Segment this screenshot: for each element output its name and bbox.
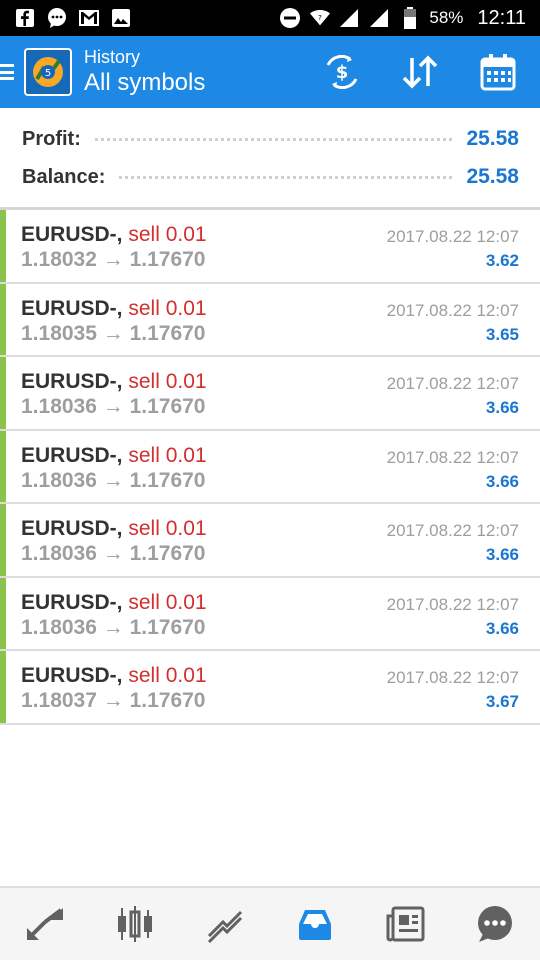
deal-time: 2017.08.22 12:07 [386, 521, 519, 540]
deal-row[interactable]: EURUSD-, sell 0.01 1.18035 → 1.17670 201… [0, 283, 540, 357]
deals-list: EURUSD-, sell 0.01 1.18032 → 1.17670 201… [0, 210, 540, 725]
header-title[interactable]: All symbols [84, 68, 205, 98]
deal-row[interactable]: EURUSD-, sell 0.01 1.18037 → 1.17670 201… [0, 651, 540, 725]
deal-row[interactable]: EURUSD-, sell 0.01 1.18036 → 1.17670 201… [0, 357, 540, 431]
deal-time: 2017.08.22 12:07 [386, 594, 519, 614]
profit-row: Profit: 25.58 [22, 124, 519, 154]
deal-prices: 1.18032 → 1.17670 [21, 248, 206, 271]
deal-prices: 1.18037 → 1.17670 [21, 689, 206, 712]
facebook-icon [14, 7, 36, 29]
chat-icon[interactable] [465, 894, 525, 954]
deal-time: 2017.08.22 12:07 [386, 447, 519, 467]
deal-symbol: EURUSD-, [21, 443, 123, 467]
deal-side: sell 0.01 [128, 223, 207, 246]
deal-prices: 1.18036 → 1.17670 [21, 542, 206, 565]
deal-profit: 3.65 [485, 324, 519, 344]
summary-panel: Profit: 25.58 Balance: 25.58 [0, 108, 540, 210]
deal-symbol: EURUSD-, [21, 370, 123, 393]
deal-symbol: EURUSD-, [21, 664, 123, 687]
deal-indicator [0, 210, 6, 282]
deal-profit: 3.66 [485, 618, 519, 638]
deal-prices: 1.18036 → 1.17670 [21, 395, 206, 418]
balance-dots [119, 175, 453, 179]
battery-icon [399, 7, 421, 29]
deal-row[interactable]: EURUSD-, sell 0.01 1.18036 → 1.17670 201… [0, 430, 540, 504]
bottom-navigation [0, 886, 540, 960]
deal-profit: 3.62 [485, 251, 519, 270]
deal-indicator [0, 577, 6, 649]
deal-row[interactable]: EURUSD-, sell 0.01 1.18032 → 1.17670 201… [0, 210, 540, 284]
status-bar: ? 58% 12:11 [0, 0, 540, 36]
deal-indicator [0, 357, 6, 429]
clock: 12:11 [477, 6, 526, 29]
balance-value: 25.58 [466, 165, 519, 188]
battery-percent: 58% [429, 8, 464, 27]
deal-row[interactable]: EURUSD-, sell 0.01 1.18036 → 1.17670 201… [0, 577, 540, 651]
deal-prices: 1.18036 → 1.17670 [21, 615, 206, 639]
deal-indicator [0, 430, 6, 502]
deal-symbol: EURUSD-, [21, 223, 123, 246]
sort-icon[interactable] [400, 52, 440, 92]
deal-profit: 3.67 [485, 692, 519, 711]
deal-symbol: EURUSD-, [21, 517, 123, 540]
deal-prices: 1.18036 → 1.17670 [21, 468, 206, 492]
menu-icon[interactable] [0, 61, 16, 83]
quotes-icon[interactable] [15, 894, 75, 954]
deal-time: 2017.08.22 12:07 [386, 668, 519, 687]
deal-row[interactable]: EURUSD-, sell 0.01 1.18036 → 1.17670 201… [0, 504, 540, 578]
news-icon[interactable] [375, 894, 435, 954]
image-icon [110, 7, 132, 29]
messenger-icon [46, 7, 68, 29]
deal-profit: 3.66 [485, 471, 519, 491]
deal-time: 2017.08.22 12:07 [386, 374, 519, 393]
currency-exchange-icon[interactable]: $ [322, 52, 362, 92]
deal-side: sell 0.01 [128, 517, 207, 540]
app-logo[interactable]: 5 [24, 48, 72, 96]
profit-label: Profit: [22, 127, 81, 150]
deal-profit: 3.66 [485, 545, 519, 564]
header-subtitle: History [84, 47, 141, 67]
header-titles: History All symbols [84, 46, 205, 98]
deal-indicator [0, 651, 6, 723]
gmail-icon [78, 7, 100, 29]
deal-symbol: EURUSD-, [21, 296, 123, 320]
deal-side: sell 0.01 [128, 590, 207, 614]
svg-text:5: 5 [45, 68, 51, 79]
calendar-icon[interactable] [478, 52, 518, 92]
do-not-disturb-icon [279, 7, 301, 29]
chart-icon[interactable] [105, 894, 165, 954]
deal-indicator [0, 283, 6, 355]
signal-icon-2 [369, 7, 391, 29]
svg-text:?: ? [318, 13, 322, 22]
deal-side: sell 0.01 [128, 370, 207, 393]
deal-profit: 3.66 [485, 398, 519, 417]
balance-label: Balance: [22, 165, 106, 188]
deal-symbol: EURUSD-, [21, 590, 123, 614]
app-bar: 5 History All symbols $ [0, 36, 540, 108]
profit-dots [94, 137, 453, 141]
deal-side: sell 0.01 [128, 664, 207, 687]
wifi-icon: ? [309, 7, 331, 29]
deal-time: 2017.08.22 12:07 [386, 300, 519, 320]
deal-prices: 1.18035 → 1.17670 [21, 321, 206, 345]
trade-icon[interactable] [195, 894, 255, 954]
deal-side: sell 0.01 [128, 443, 207, 467]
deal-indicator [0, 504, 6, 576]
history-icon[interactable] [285, 894, 345, 954]
balance-row: Balance: 25.58 [22, 162, 519, 192]
signal-icon [339, 7, 361, 29]
svg-text:$: $ [336, 62, 349, 83]
deal-time: 2017.08.22 12:07 [386, 227, 519, 246]
deal-side: sell 0.01 [128, 296, 207, 320]
profit-value: 25.58 [466, 127, 519, 150]
